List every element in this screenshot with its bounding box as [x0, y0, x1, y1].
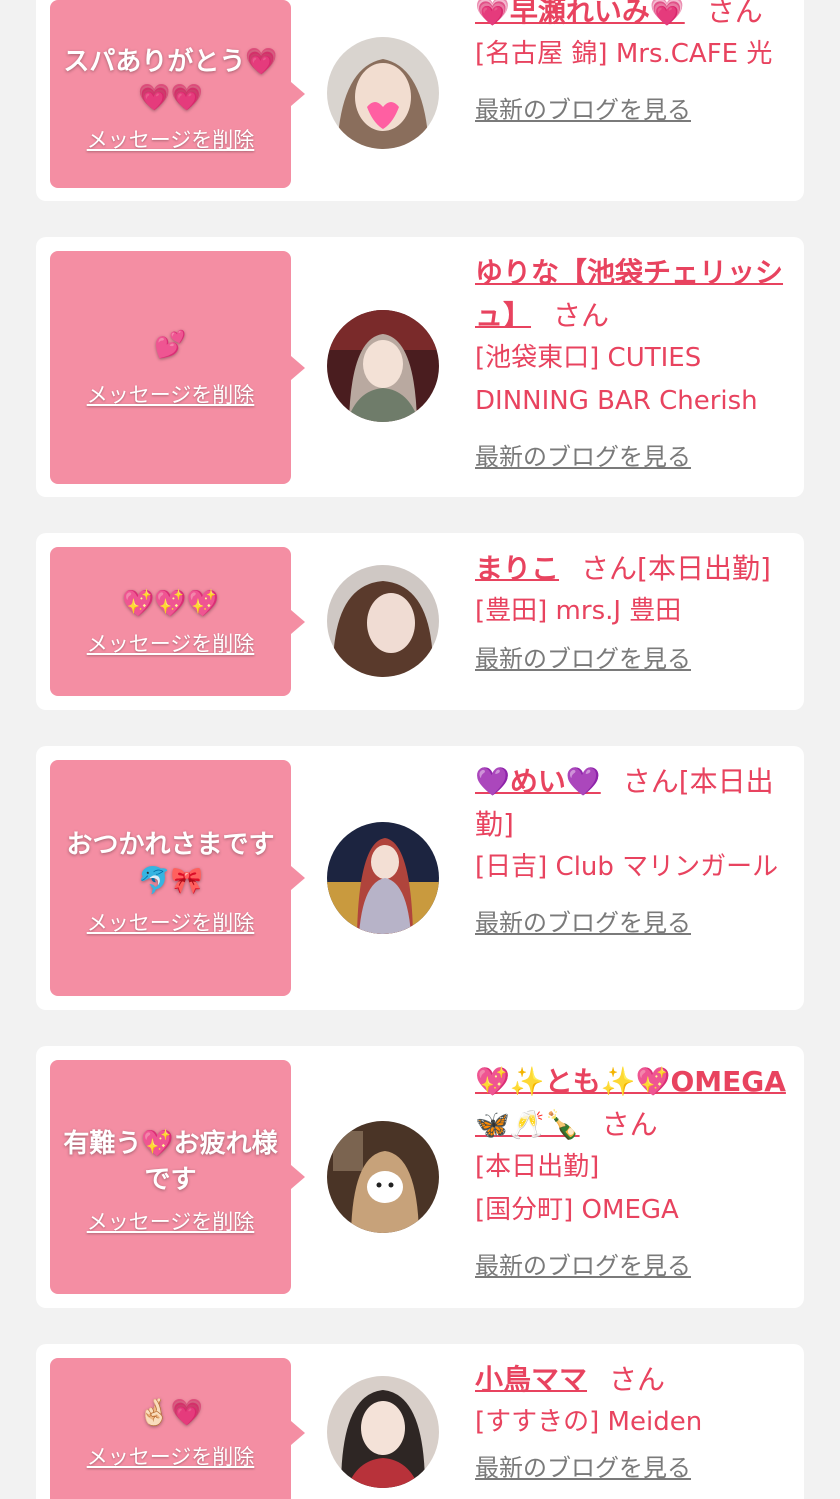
latest-blog-link[interactable]: 最新のブログを見る: [475, 905, 691, 941]
shop-name: [名古屋 錦] Mrs.CAFE 光: [475, 39, 773, 69]
delete-message-link[interactable]: メッセージを削除: [87, 907, 255, 937]
latest-blog-link[interactable]: 最新のブログを見る: [475, 92, 691, 128]
avatar[interactable]: [327, 310, 439, 422]
message-text: 💕: [154, 329, 187, 360]
avatar-photo: [327, 822, 439, 934]
status-label: [本日出勤]: [475, 1152, 600, 1182]
cast-info: 小鳥ママ さん [すすきの] Meiden 最新のブログを見る: [475, 1358, 793, 1486]
message-text: おつかれさまです 🐬🎀: [66, 830, 275, 896]
message-bubble: おつかれさまです 🐬🎀 メッセージを削除: [50, 760, 305, 996]
honorific: さん: [581, 552, 638, 585]
message-card: 🤞🏻💗 メッセージを削除 小鳥ママ さん [すすきの] Meiden 最新のブログ…: [36, 1344, 804, 1499]
latest-blog-link[interactable]: 最新のブログを見る: [475, 1248, 691, 1284]
honorific: さん: [601, 1108, 658, 1141]
avatar-photo: [327, 1376, 439, 1488]
cast-info: ゆりな【池袋チェリッシュ】 さん [池袋東口] CUTIES DINNING BA…: [475, 251, 793, 475]
delete-message-link[interactable]: メッセージを削除: [87, 1206, 255, 1236]
cast-info: 💜めい💜 さん[本日出勤] [日吉] Club マリンガール 最新のブログを見る: [475, 760, 795, 941]
status-label: [本日出勤]: [637, 552, 771, 585]
avatar-photo: [327, 565, 439, 677]
message-text: 💖💖💖: [121, 588, 220, 619]
avatar[interactable]: [327, 37, 439, 149]
honorific: さん: [622, 765, 679, 798]
honorific: さん: [609, 1363, 666, 1396]
message-card: 有難う💖お疲れ様 です メッセージを削除 💖✨とも✨💖OMEGA🦋🥂🍾 さん [本…: [36, 1046, 804, 1308]
latest-blog-link[interactable]: 最新のブログを見る: [475, 1450, 691, 1486]
avatar-photo: [327, 37, 439, 149]
cast-info: 💖✨とも✨💖OMEGA🦋🥂🍾 さん [本日出勤] [国分町] OMEGA 最新のブ…: [475, 1060, 795, 1284]
message-bubble: 有難う💖お疲れ様 です メッセージを削除: [50, 1060, 305, 1294]
message-bubble: 💖💖💖 メッセージを削除: [50, 547, 305, 696]
message-card: スパありがとう💗 💗💗 メッセージを削除 💗早瀬れいみ💗 さん [名古屋 錦] M…: [36, 0, 804, 201]
honorific: さん: [553, 299, 610, 332]
avatar[interactable]: [327, 1376, 439, 1488]
avatar-photo: [327, 310, 439, 422]
cast-name-link[interactable]: まりこ: [475, 552, 559, 585]
message-bubble: スパありがとう💗 💗💗 メッセージを削除: [50, 0, 305, 188]
cast-name-link[interactable]: 💜めい💜: [475, 765, 601, 798]
avatar[interactable]: [327, 565, 439, 677]
delete-message-link[interactable]: メッセージを削除: [87, 1441, 255, 1471]
shop-name: [池袋東口] CUTIES DINNING BAR Cherish: [475, 343, 758, 416]
honorific: さん: [706, 0, 763, 28]
cast-info: まりこ さん[本日出勤] [豊田] mrs.J 豊田 最新のブログを見る: [475, 547, 805, 677]
cast-name-link[interactable]: 小鳥ママ: [475, 1363, 587, 1396]
message-bubble: 🤞🏻💗 メッセージを削除: [50, 1358, 305, 1499]
latest-blog-link[interactable]: 最新のブログを見る: [475, 439, 691, 475]
message-text: スパありがとう💗 💗💗: [63, 47, 278, 113]
message-list: スパありがとう💗 💗💗 メッセージを削除 💗早瀬れいみ💗 さん [名古屋 錦] M…: [0, 0, 840, 1499]
delete-message-link[interactable]: メッセージを削除: [87, 124, 255, 154]
shop-name: [日吉] Club マリンガール: [475, 852, 779, 882]
avatar-photo: [327, 1121, 439, 1233]
message-text: 有難う💖お疲れ様 です: [63, 1129, 278, 1195]
avatar[interactable]: [327, 822, 439, 934]
delete-message-link[interactable]: メッセージを削除: [87, 628, 255, 658]
message-text: 🤞🏻💗: [138, 1398, 203, 1428]
cast-info: 💗早瀬れいみ💗 さん [名古屋 錦] Mrs.CAFE 光 最新のブログを見る: [475, 0, 793, 128]
message-card: 💖💖💖 メッセージを削除 まりこ さん[本日出勤] [豊田] mrs.J 豊田 最…: [36, 533, 804, 710]
cast-name-link[interactable]: ゆりな【池袋チェリッシュ】: [475, 256, 783, 332]
shop-name: [すすきの] Meiden: [475, 1407, 703, 1437]
shop-name: [国分町] OMEGA: [475, 1195, 679, 1225]
message-card: おつかれさまです 🐬🎀 メッセージを削除 💜めい💜 さん[本日出勤] [日吉] C…: [36, 746, 804, 1010]
message-card: 💕 メッセージを削除 ゆりな【池袋チェリッシュ】 さん [池袋東口] CUTIES…: [36, 237, 804, 497]
avatar[interactable]: [327, 1121, 439, 1233]
shop-name: [豊田] mrs.J 豊田: [475, 596, 682, 626]
cast-name-link[interactable]: 💗早瀬れいみ💗: [475, 0, 685, 28]
latest-blog-link[interactable]: 最新のブログを見る: [475, 641, 691, 677]
delete-message-link[interactable]: メッセージを削除: [87, 379, 255, 409]
message-bubble: 💕 メッセージを削除: [50, 251, 305, 484]
